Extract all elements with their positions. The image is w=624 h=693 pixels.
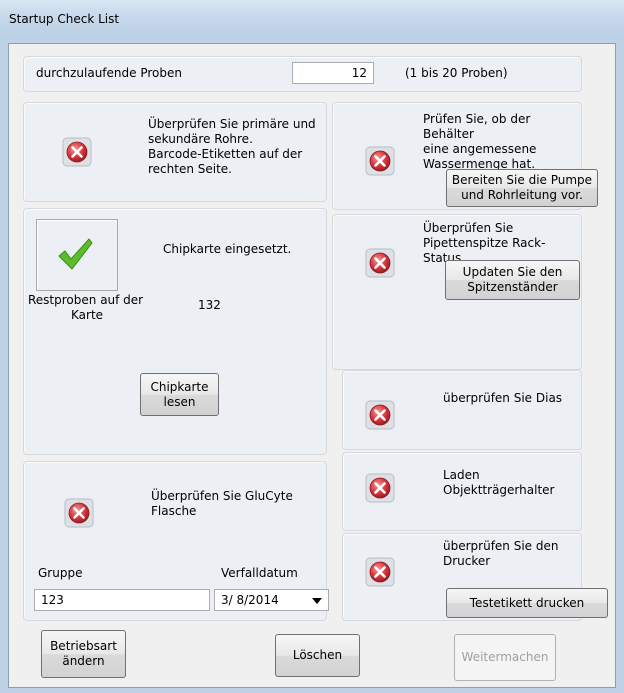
glucyte-line-2: Flasche xyxy=(151,504,197,518)
samples-panel: durchzulaufende Proben (1 bis 20 Proben) xyxy=(23,56,582,92)
read-chipcard-button-line-1: Chipkarte xyxy=(150,379,209,394)
clear-button[interactable]: Löschen xyxy=(275,634,360,677)
tubes-line-2: sekundäre Rohre. xyxy=(148,132,253,146)
pipette-line-1: Überprüfen Sie xyxy=(423,221,514,235)
expiry-label: Verfalldatum xyxy=(221,566,298,580)
read-chipcard-button-line-2: lesen xyxy=(163,394,196,409)
chipcard-inserted-label: Chipkarte eingesetzt. xyxy=(163,242,292,256)
slide-holder-panel: Laden Objektträgerhalter xyxy=(342,452,582,531)
red-x-circle-icon xyxy=(365,557,395,587)
prepare-pump-button-line-2: und Rohrleitung vor. xyxy=(461,188,583,202)
group-label: Gruppe xyxy=(38,566,83,580)
print-test-label-button[interactable]: Testetikett drucken xyxy=(446,588,608,618)
tubes-line-3: Barcode-Etiketten auf der xyxy=(148,147,303,161)
chipcard-panel: Chipkarte eingesetzt. Restproben auf der… xyxy=(23,208,327,455)
glucyte-line-1: Überprüfen Sie GluCyte xyxy=(151,489,293,503)
dialog-client-area: durchzulaufende Proben (1 bis 20 Proben)… xyxy=(8,43,616,688)
tubes-line-1: Überprüfen Sie primäre und xyxy=(148,117,316,131)
update-tip-stand-button-line-1: Updaten Sie den xyxy=(462,265,563,279)
update-tip-stand-button-line-2: Spitzenständer xyxy=(467,280,558,294)
red-x-circle-icon xyxy=(365,146,395,176)
red-x-circle-icon xyxy=(64,498,94,528)
group-input[interactable] xyxy=(34,589,210,611)
prepare-pump-button[interactable]: Bereiten Sie die Pumpe und Rohrleitung v… xyxy=(446,169,598,207)
continue-button[interactable]: Weitermachen xyxy=(454,634,556,681)
red-x-circle-icon xyxy=(365,400,395,430)
samples-range-label: (1 bis 20 Proben) xyxy=(405,66,508,80)
chipcard-status-frame xyxy=(36,219,118,291)
water-check-panel: Prüfen Sie, ob der Behälter eine angemes… xyxy=(332,102,598,210)
continue-button-label: Weitermachen xyxy=(461,650,549,664)
glucyte-panel: Überprüfen Sie GluCyte Flasche Gruppe Ve… xyxy=(23,461,329,621)
printer-panel: überprüfen Sie den Drucker Testetikett d… xyxy=(342,533,608,621)
tubes-check-panel: Überprüfen Sie primäre und sekundäre Roh… xyxy=(23,102,327,202)
window-title: Startup Check List xyxy=(9,12,120,26)
update-tip-stand-button[interactable]: Updaten Sie den Spitzenständer xyxy=(445,260,580,300)
remaining-samples-value: 132 xyxy=(198,298,221,312)
change-mode-button-line-2: ändern xyxy=(62,654,105,668)
expiry-date-value: 3/ 8/2014 xyxy=(221,593,279,607)
slides-panel: überprüfen Sie Dias xyxy=(342,370,582,450)
title-bar[interactable]: Startup Check List xyxy=(0,0,624,40)
water-line-1: Prüfen Sie, ob der Behälter xyxy=(423,112,531,141)
tubes-instruction: Überprüfen Sie primäre und sekundäre Roh… xyxy=(148,117,326,177)
printer-line-1: überprüfen Sie den xyxy=(443,539,559,553)
change-mode-button-line-1: Betriebsart xyxy=(50,639,117,653)
dropdown-arrow-icon[interactable] xyxy=(312,598,322,604)
change-mode-button[interactable]: Betriebsart ändern xyxy=(41,630,126,678)
slide-holder-label: Laden Objektträgerhalter xyxy=(443,468,555,497)
red-x-circle-icon xyxy=(365,473,395,503)
remaining-samples-label-2: Karte xyxy=(71,308,104,322)
expiry-date-picker[interactable]: 3/ 8/2014 xyxy=(214,589,329,611)
samples-count-input[interactable] xyxy=(292,62,374,84)
remaining-samples-label-1: Restproben auf der xyxy=(28,293,144,307)
read-chipcard-button[interactable]: Chipkarte lesen xyxy=(140,373,219,416)
samples-label: durchzulaufende Proben xyxy=(36,66,182,80)
water-instruction: Prüfen Sie, ob der Behälter eine angemes… xyxy=(423,112,578,172)
pipette-panel: Überprüfen Sie Pipettenspitze Rack-Statu… xyxy=(332,214,582,370)
water-line-2: eine angemessene xyxy=(423,142,537,156)
red-x-circle-icon xyxy=(62,137,92,167)
tubes-line-4: rechten Seite. xyxy=(148,162,232,176)
green-checkmark-icon xyxy=(58,238,93,270)
clear-button-label: Löschen xyxy=(292,648,343,662)
printer-line-2: Drucker xyxy=(443,554,491,568)
prepare-pump-button-line-1: Bereiten Sie die Pumpe xyxy=(451,173,593,187)
print-test-label-button-label: Testetikett drucken xyxy=(469,595,585,610)
slides-label: überprüfen Sie Dias xyxy=(443,391,563,405)
red-x-circle-icon xyxy=(365,248,395,278)
